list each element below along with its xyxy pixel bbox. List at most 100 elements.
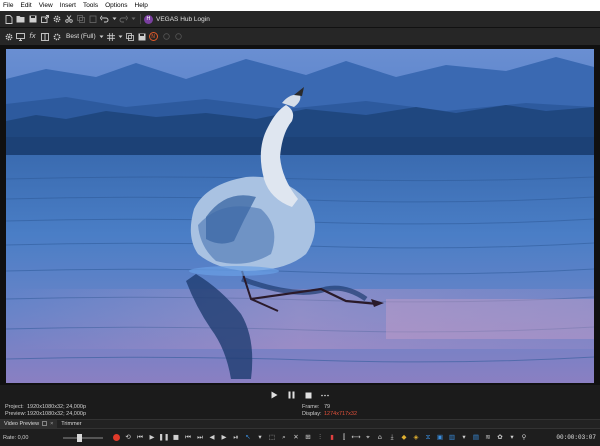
punch-in-icon[interactable]: ⤓ bbox=[387, 432, 397, 443]
redo-history-chevron-icon[interactable] bbox=[130, 14, 136, 25]
ignore-grouping-icon[interactable]: ◈ bbox=[411, 432, 421, 443]
frame-step-icon[interactable]: ⏯ bbox=[231, 432, 241, 443]
save-icon[interactable] bbox=[27, 14, 38, 25]
stop-icon[interactable] bbox=[303, 390, 314, 401]
menu-options[interactable]: Options bbox=[105, 2, 127, 9]
playback-rate: Rate: 0,00 bbox=[3, 434, 29, 441]
group-icon[interactable]: ▣ bbox=[435, 432, 445, 443]
auto-ripple-icon[interactable]: ⟷ bbox=[351, 432, 361, 443]
undo-icon[interactable] bbox=[99, 14, 110, 25]
preview-transport bbox=[0, 388, 600, 402]
next-frame-icon[interactable]: ▶ bbox=[219, 432, 229, 443]
menu-tools[interactable]: Tools bbox=[83, 2, 98, 9]
menu-insert[interactable]: Insert bbox=[60, 2, 76, 9]
video-fx-button[interactable]: fx bbox=[27, 31, 38, 42]
tab-trimmer-label: Trimmer bbox=[61, 421, 82, 427]
menu-bar: File Edit View Insert Tools Options Help bbox=[0, 0, 600, 11]
selection-tool-icon[interactable]: ⬚ bbox=[267, 432, 277, 443]
menu-help[interactable]: Help bbox=[135, 2, 148, 9]
main-toolbar: H VEGAS Hub Login bbox=[0, 11, 600, 28]
preview-properties-gear-icon[interactable] bbox=[3, 31, 14, 42]
vegas-badge-icon[interactable]: N bbox=[148, 32, 158, 41]
event-fx-icon[interactable]: ◆ bbox=[399, 432, 409, 443]
split-screen-icon[interactable] bbox=[39, 31, 50, 42]
snapping-icon[interactable]: ⌖ bbox=[363, 432, 373, 443]
vegas-hub-login-button[interactable]: VEGAS Hub Login bbox=[156, 16, 210, 23]
quality-chevron-down-icon[interactable] bbox=[99, 31, 105, 42]
menu-view[interactable]: View bbox=[39, 2, 53, 9]
loop-icon[interactable]: ⟲ bbox=[123, 432, 133, 443]
crossfade-icon[interactable]: ⧖ bbox=[423, 432, 433, 443]
layer-chevron-icon[interactable]: ▾ bbox=[459, 432, 469, 443]
rate-slider-thumb[interactable] bbox=[77, 433, 82, 442]
external-monitor-icon[interactable] bbox=[15, 31, 26, 42]
video-preview-area bbox=[0, 45, 600, 385]
layer-icon[interactable]: ▥ bbox=[447, 432, 457, 443]
rate-slider[interactable] bbox=[63, 433, 103, 442]
transport-controls: ⟲ ⏮ ▶ ❚❚ ■ ⏮ ⏭ ◀ ▶ ⏯ ↖ ▾ ⬚ ⌕ ✕ ⊞ ⫶ ▮ ⫿ ⟷… bbox=[111, 432, 530, 443]
overlays-grid-icon[interactable] bbox=[106, 31, 117, 42]
disabled-option-icon-2 bbox=[173, 31, 184, 42]
redo-icon[interactable] bbox=[118, 14, 129, 25]
normal-edit-tool-icon[interactable]: ↖ bbox=[243, 432, 253, 443]
record-icon[interactable] bbox=[111, 432, 121, 443]
close-icon[interactable] bbox=[42, 420, 47, 428]
close-tab-icon[interactable]: × bbox=[50, 421, 53, 427]
save-snapshot-icon[interactable] bbox=[137, 31, 148, 42]
project-value: 1920x1080x32; 24,000p bbox=[27, 404, 87, 410]
frame-value: 79 bbox=[324, 404, 331, 410]
quality-settings-gear-icon[interactable] bbox=[51, 31, 62, 42]
project-label: Project: bbox=[5, 404, 24, 410]
tab-video-preview-label: Video Preview bbox=[4, 421, 40, 427]
window-tabs: Video Preview × Trimmer bbox=[0, 419, 600, 429]
color-grading-icon[interactable]: ✿ bbox=[495, 432, 505, 443]
disabled-option-icon-1 bbox=[161, 31, 172, 42]
menu-edit[interactable]: Edit bbox=[20, 2, 31, 9]
zoom-tool-icon[interactable]: ⌕ bbox=[279, 432, 289, 443]
preview-label: Preview: bbox=[5, 411, 27, 417]
copy-icon[interactable] bbox=[75, 14, 86, 25]
delete-icon[interactable]: ✕ bbox=[291, 432, 301, 443]
play-from-start-icon[interactable]: ⏮ bbox=[135, 432, 145, 443]
copy-snapshot-icon[interactable] bbox=[125, 31, 136, 42]
frame-label: Frame: bbox=[302, 404, 320, 410]
preview-value: 1920x1080x32; 24,000p bbox=[27, 411, 87, 417]
menu-file[interactable]: File bbox=[3, 2, 13, 9]
timecode-display: 00:00:03:07 bbox=[556, 434, 596, 441]
overlays-chevron-down-icon[interactable] bbox=[118, 31, 124, 42]
cut-icon[interactable] bbox=[63, 14, 74, 25]
pause-icon[interactable]: ❚❚ bbox=[159, 432, 170, 443]
paste-icon[interactable] bbox=[87, 14, 98, 25]
display-value: 1274x717x32 bbox=[324, 411, 358, 417]
open-folder-icon[interactable] bbox=[15, 14, 26, 25]
display-label: Display: bbox=[302, 411, 322, 417]
go-to-end-icon[interactable]: ⏭ bbox=[195, 432, 205, 443]
vegas-hub-icon[interactable]: H bbox=[144, 14, 153, 24]
toolbar-separator bbox=[140, 14, 141, 24]
stop-icon[interactable]: ■ bbox=[171, 432, 181, 443]
previous-frame-icon[interactable]: ◀ bbox=[207, 432, 217, 443]
color-chevron-icon[interactable]: ▾ bbox=[507, 432, 517, 443]
preview-info-panel: Project: 1920x1080x32; 24,000p Preview: … bbox=[0, 403, 600, 419]
play-icon[interactable]: ▶ bbox=[147, 432, 157, 443]
region-icon[interactable]: ⫿ bbox=[339, 432, 349, 443]
gear-icon[interactable] bbox=[51, 14, 62, 25]
split-icon[interactable]: ⫶ bbox=[315, 432, 325, 443]
timeline-transport-bar: Rate: 0,00 ⟲ ⏮ ▶ ❚❚ ■ ⏮ ⏭ ◀ ▶ ⏯ ↖ ▾ ⬚ ⌕ … bbox=[0, 428, 600, 446]
lock-envelope-icon[interactable]: ⌂ bbox=[375, 432, 385, 443]
pause-icon[interactable] bbox=[286, 390, 297, 401]
marker-icon[interactable]: ▮ bbox=[327, 432, 337, 443]
go-to-start-icon[interactable]: ⏮ bbox=[183, 432, 193, 443]
preview-quality-dropdown[interactable]: Best (Full) bbox=[66, 33, 96, 40]
lock-icon[interactable]: ▤ bbox=[471, 432, 481, 443]
new-file-icon[interactable] bbox=[3, 14, 14, 25]
undo-history-chevron-icon[interactable] bbox=[111, 14, 117, 25]
trim-icon[interactable]: ⊞ bbox=[303, 432, 313, 443]
edit-tool-chevron-icon[interactable]: ▾ bbox=[255, 432, 265, 443]
more-options-icon[interactable] bbox=[320, 390, 331, 401]
pin-icon[interactable]: ⚲ bbox=[519, 432, 529, 443]
preview-toolbar: fx Best (Full) N bbox=[0, 28, 600, 45]
play-icon[interactable] bbox=[269, 390, 280, 401]
render-icon[interactable] bbox=[39, 14, 50, 25]
ripple-icon[interactable]: ≋ bbox=[483, 432, 493, 443]
